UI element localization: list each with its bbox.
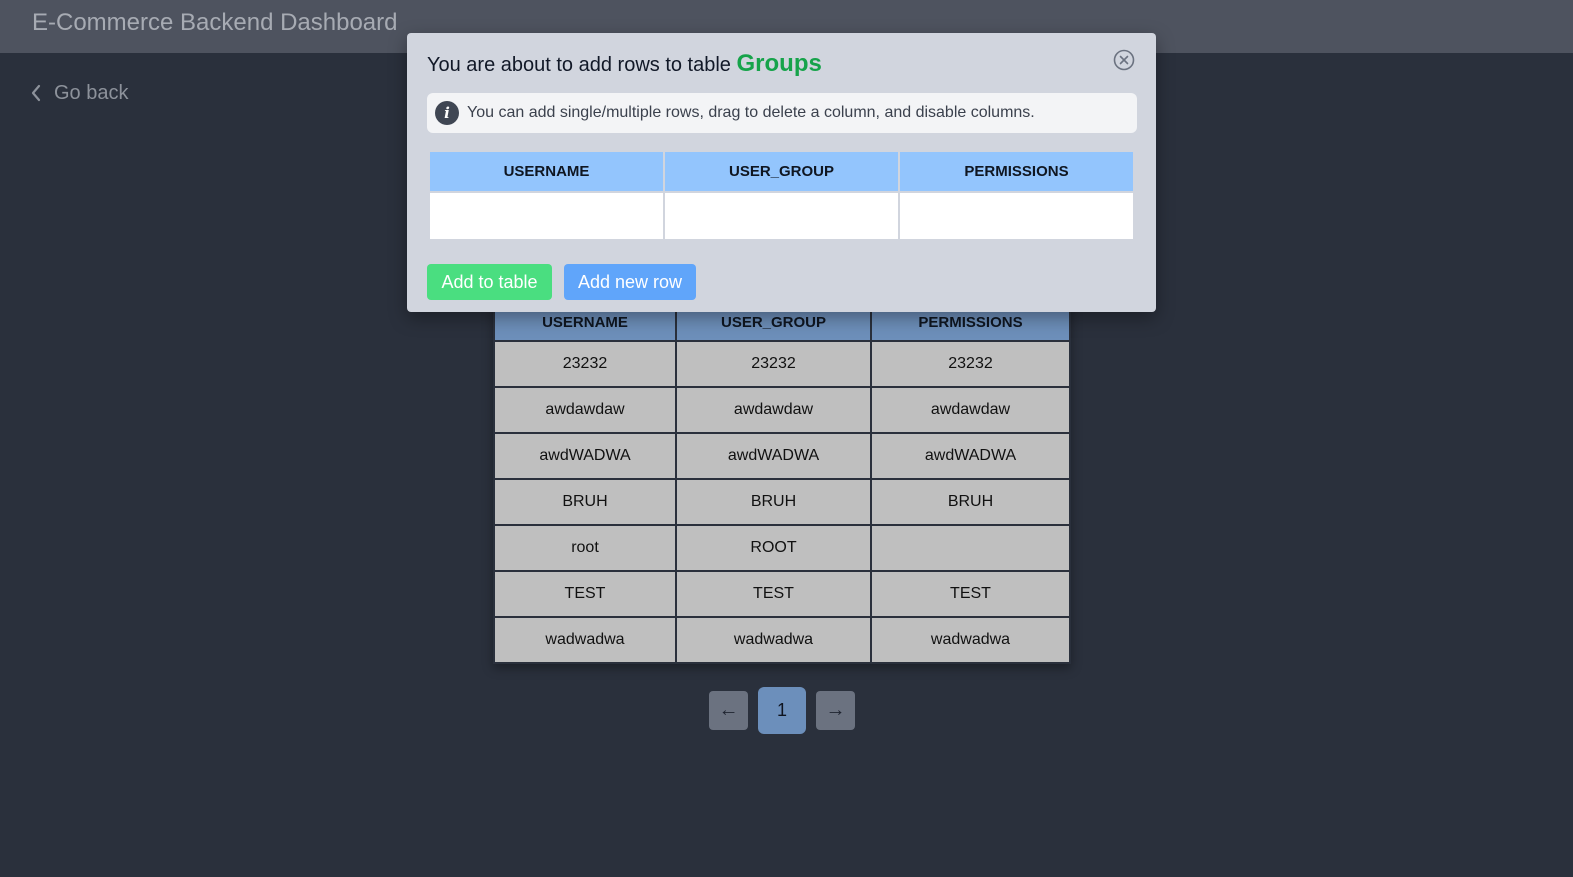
new-column-header-permissions[interactable]: PERMISSIONS [898,150,1135,193]
table-cell[interactable]: awdawdaw [675,386,872,434]
app-title: E-Commerce Backend Dashboard [32,9,398,36]
info-banner: i You can add single/multiple rows, drag… [427,93,1137,133]
table-row[interactable]: root ROOT [493,524,1071,572]
table-cell[interactable]: TEST [870,570,1071,618]
table-cell[interactable]: ROOT [675,524,872,572]
new-row-cell [663,191,900,241]
groups-table: USERNAME USER_GROUP PERMISSIONS 23232 23… [493,302,1071,664]
add-rows-modal: You are about to add rows to table Group… [407,33,1156,312]
table-cell[interactable]: 23232 [870,340,1071,388]
go-back-link[interactable]: Go back [30,80,128,106]
table-cell[interactable]: wadwadwa [675,616,872,664]
table-cell[interactable]: awdWADWA [493,432,677,480]
new-row-cell [898,191,1135,241]
next-page-button[interactable]: → [816,691,855,730]
table-cell[interactable]: wadwadwa [493,616,677,664]
modal-title: You are about to add rows to table Group… [427,50,822,78]
permissions-input[interactable] [900,193,1133,239]
info-icon: i [435,101,459,125]
table-cell[interactable]: TEST [675,570,872,618]
table-cell[interactable]: BRUH [493,478,677,526]
close-icon[interactable] [1113,49,1135,71]
table-cell[interactable]: awdawdaw [493,386,677,434]
pagination: ← 1 → [709,687,855,734]
table-cell[interactable]: BRUH [870,478,1071,526]
modal-table-name: Groups [736,50,822,77]
add-to-table-button[interactable]: Add to table [427,264,552,300]
table-cell[interactable]: 23232 [493,340,677,388]
table-row[interactable]: awdawdaw awdawdaw awdawdaw [493,386,1071,434]
user-group-input[interactable] [665,193,898,239]
table-cell[interactable]: wadwadwa [870,616,1071,664]
table-row[interactable]: awdWADWA awdWADWA awdWADWA [493,432,1071,480]
username-input[interactable] [430,193,663,239]
go-back-label: Go back [54,81,129,104]
page-number-button[interactable]: 1 [758,687,806,734]
table-row[interactable]: TEST TEST TEST [493,570,1071,618]
table-cell[interactable]: BRUH [675,478,872,526]
info-text: You can add single/multiple rows, drag t… [467,104,1035,121]
new-row [428,191,1135,241]
prev-page-button[interactable]: ← [709,691,748,730]
new-row-cell [428,191,665,241]
table-cell[interactable]: root [493,524,677,572]
table-cell[interactable]: awdWADWA [675,432,872,480]
table-cell[interactable]: awdWADWA [870,432,1071,480]
add-new-row-button[interactable]: Add new row [564,264,696,300]
table-row[interactable]: BRUH BRUH BRUH [493,478,1071,526]
new-column-header-user-group[interactable]: USER_GROUP [663,150,900,193]
chevron-left-icon [31,84,41,102]
new-column-header-username[interactable]: USERNAME [428,150,665,193]
table-cell[interactable]: 23232 [675,340,872,388]
new-rows-header-row: USERNAME USER_GROUP PERMISSIONS [428,150,1135,193]
table-cell[interactable] [870,524,1071,572]
new-rows-table: USERNAME USER_GROUP PERMISSIONS [428,150,1135,241]
table-row[interactable]: 23232 23232 23232 [493,340,1071,388]
table-cell[interactable]: TEST [493,570,677,618]
table-cell[interactable]: awdawdaw [870,386,1071,434]
modal-title-text: You are about to add rows to table [427,54,731,76]
table-row[interactable]: wadwadwa wadwadwa wadwadwa [493,616,1071,664]
